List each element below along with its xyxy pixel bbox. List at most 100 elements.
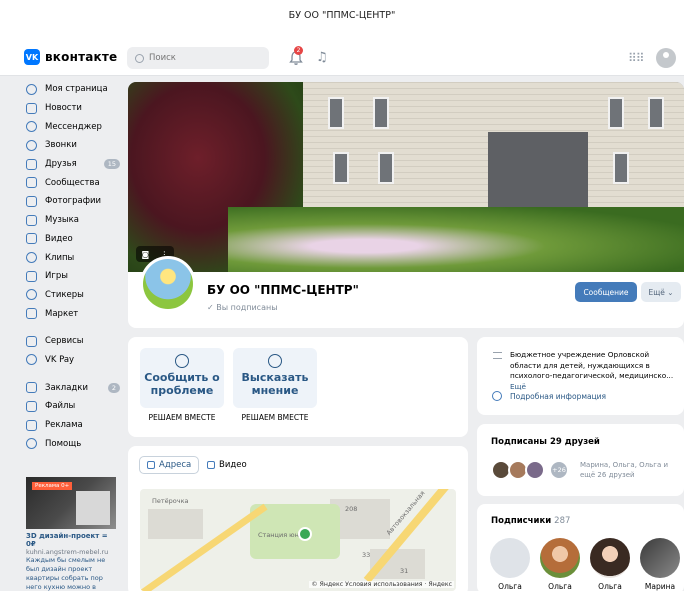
ad-badge: Реклама 0+: [32, 482, 73, 490]
photo-icon: [26, 195, 37, 207]
sidebar-item-communities[interactable]: Сообщества: [20, 173, 122, 192]
vk-logo[interactable]: VK вконтакте: [24, 49, 117, 65]
sidebar-item-bookmarks[interactable]: Закладки 2: [20, 378, 122, 397]
friend-avatar[interactable]: [525, 460, 545, 480]
help-icon: [26, 438, 37, 450]
file-icon: [26, 400, 37, 412]
news-icon: [26, 102, 37, 114]
sidebar-item-calls[interactable]: Звонки: [20, 136, 122, 155]
more-button[interactable]: Ещё ⌄: [641, 282, 681, 302]
ad-description: Каждым бы смелым не был дизайн проект кв…: [26, 556, 106, 591]
map-label-number: 33: [362, 551, 371, 559]
window-titlebar: БУ ОО "ППМС-ЦЕНТР": [0, 0, 684, 40]
subscriber-avatar[interactable]: [640, 538, 680, 578]
action-caption: РЕШАЕМ ВМЕСТЕ: [241, 413, 309, 422]
friends-more-count[interactable]: +26: [549, 460, 569, 480]
description-more-link[interactable]: Ещё: [510, 382, 526, 391]
group-name: БУ ОО "ППМС-ЦЕНТР": [207, 283, 359, 297]
sidebar-item-files[interactable]: Файлы: [20, 397, 122, 416]
ad-url: kuhni.angstrem-mebel.ru: [26, 548, 109, 556]
sidebar-item-games[interactable]: Игры: [20, 267, 122, 286]
sidebar-item-label: Моя страница: [45, 84, 108, 95]
sidebar-item-ads[interactable]: Реклама: [20, 416, 122, 435]
subscription-status-label: Вы подписаны: [216, 303, 278, 312]
video-icon: [207, 461, 215, 469]
sidebar-item-label: Маркет: [45, 308, 79, 319]
description-icon: [493, 352, 502, 359]
cover-image: [128, 82, 684, 272]
ad-image: Реклама 0+: [26, 477, 116, 529]
apps-grid-icon[interactable]: ⠿⠿: [628, 51, 645, 65]
sidebar-item-friends[interactable]: Друзья 15: [20, 155, 122, 174]
camera-icon: ◙: [141, 249, 150, 259]
sidebar-ad[interactable]: Реклама 0+ 3D дизайн-проект = 0₽ kuhni.a…: [26, 477, 116, 591]
group-avatar[interactable]: [140, 256, 196, 312]
subscriber-name: Марина: [644, 582, 676, 591]
sidebar-item-video[interactable]: Видео: [20, 230, 122, 249]
user-avatar[interactable]: [656, 48, 676, 68]
more-button-label: Ещё: [648, 287, 665, 297]
tab-label: Адреса: [159, 460, 192, 470]
services-icon: [26, 335, 37, 347]
description-text: Бюджетное учреждение Орловской области д…: [510, 350, 674, 380]
action-label: Сообщить о проблеме: [144, 371, 220, 397]
sidebar-item-photos[interactable]: Фотографии: [20, 192, 122, 211]
map-copyright: © Яндекс Условия использования · Яндекс: [309, 581, 454, 588]
sidebar-item-label: VK Pay: [45, 354, 75, 365]
search-icon: [135, 53, 144, 63]
map-label-number: 31: [400, 567, 409, 575]
friends-card: [477, 424, 684, 496]
subscribers-title-label: Подписчики: [491, 516, 552, 526]
tab-label: Видео: [219, 460, 247, 470]
subscriber-name: Ольга: [598, 582, 622, 591]
music-icon[interactable]: ♫: [316, 50, 328, 65]
friends-title[interactable]: Подписаны 29 друзей: [491, 437, 600, 447]
sidebar-item-help[interactable]: Помощь: [20, 434, 122, 453]
subscriber-avatar[interactable]: [590, 538, 630, 578]
friends-names: Марина, Ольга, Ольга и ещё 26 друзей: [580, 461, 669, 479]
subscriber-avatar[interactable]: [540, 538, 580, 578]
user-icon: [26, 83, 37, 95]
video-icon: [26, 233, 37, 245]
window-title: БУ ОО "ППМС-ЦЕНТР": [288, 10, 396, 21]
map-label-shop: Петёрочка: [152, 497, 189, 505]
sidebar-item-label: Файлы: [45, 401, 76, 412]
tab-addresses[interactable]: Адреса: [139, 456, 200, 474]
sidebar-item-label: Закладки: [45, 382, 88, 393]
communities-icon: [26, 177, 37, 189]
detailed-info-link[interactable]: Подробная информация: [510, 392, 606, 401]
report-problem-button[interactable]: Сообщить о проблеме: [140, 348, 224, 408]
clips-icon: [26, 252, 37, 264]
location-icon: [147, 461, 155, 469]
sidebar-item-news[interactable]: Новости: [20, 99, 122, 118]
map[interactable]: Петёрочка Станция юннат Автовокзальная 2…: [140, 489, 456, 591]
sidebar-item-vkpay[interactable]: VK Pay: [20, 351, 122, 370]
subscriber-avatar[interactable]: [490, 538, 530, 578]
message-button[interactable]: Сообщение: [575, 282, 637, 302]
search-box[interactable]: [127, 47, 269, 69]
friends-icon: [26, 158, 37, 170]
map-pin-icon[interactable]: [298, 527, 312, 541]
sidebar-item-music[interactable]: Музыка: [20, 211, 122, 230]
subscribers-count: 287: [554, 516, 571, 526]
sidebar-item-my-page[interactable]: Моя страница: [20, 80, 122, 99]
search-input[interactable]: [149, 53, 249, 63]
bookmarks-badge: 2: [107, 382, 120, 393]
sidebar-item-services[interactable]: Сервисы: [20, 332, 122, 351]
house-icon: [175, 354, 189, 368]
sidebar-item-label: Фотографии: [45, 196, 102, 207]
music-note-icon: [26, 214, 37, 226]
sidebar-item-market[interactable]: Маркет: [20, 304, 122, 323]
sidebar-item-messenger[interactable]: Мессенджер: [20, 117, 122, 136]
sidebar-item-clips[interactable]: Клипы: [20, 248, 122, 267]
subscribers-title[interactable]: Подписчики 287: [491, 516, 570, 526]
give-opinion-button[interactable]: Высказать мнение: [233, 348, 317, 408]
sidebar-item-label: Стикеры: [45, 289, 84, 300]
tab-video[interactable]: Видео: [200, 456, 254, 474]
sidebar-item-label: Сервисы: [45, 336, 84, 347]
sidebar-item-label: Новости: [45, 103, 82, 114]
sidebar-item-label: Игры: [45, 271, 68, 282]
subscriber-name: Ольга: [498, 582, 522, 591]
sidebar-item-stickers[interactable]: Стикеры: [20, 286, 122, 305]
sidebar-item-label: Клипы: [45, 252, 75, 263]
